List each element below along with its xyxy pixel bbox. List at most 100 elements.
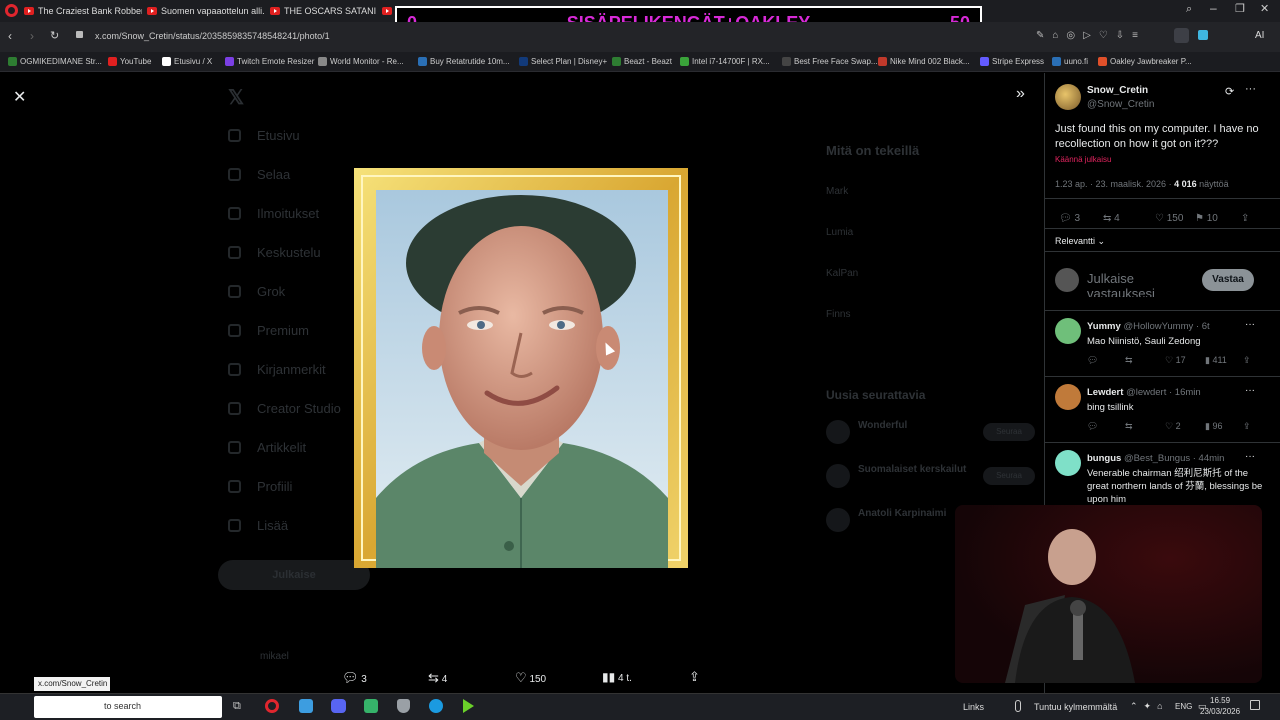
taskbar-date[interactable]: 23/03/2026: [1200, 707, 1240, 716]
bookmark-item[interactable]: OGMIKEDIMANE Str...: [8, 55, 102, 69]
background-nav-icon: [228, 324, 241, 337]
maximize-icon[interactable]: ❐: [1235, 2, 1245, 15]
bookmark-item[interactable]: Intel i7-14700F | RX...: [680, 55, 770, 69]
bookmark-item[interactable]: YouTube: [108, 55, 151, 69]
play-taskbar-icon[interactable]: [463, 699, 474, 713]
minimize-icon[interactable]: –: [1210, 1, 1217, 15]
reply-reply-action[interactable]: 💬︎: [1087, 421, 1098, 432]
twitch-extension-icon[interactable]: [1198, 30, 1208, 40]
bookmark-item[interactable]: Best Free Face Swap...: [782, 55, 878, 69]
taskbar-weather[interactable]: Tuntuu kylmemmältä: [1034, 702, 1117, 712]
reply-share-action[interactable]: ⇪: [1243, 355, 1251, 366]
files-taskbar-icon[interactable]: [299, 699, 313, 713]
back-icon[interactable]: ‹: [8, 29, 12, 43]
reply-views-action[interactable]: ▮ 411: [1205, 355, 1227, 366]
grok-icon[interactable]: ⟳: [1225, 85, 1234, 98]
background-nav-item: Artikkelit: [257, 440, 307, 455]
tweet-like-action[interactable]: ♡ 150: [1155, 213, 1183, 224]
tweet-repost-action[interactable]: ⇆ 4: [1103, 213, 1120, 224]
reply-author-handle[interactable]: @lewdert · 16min: [1126, 387, 1201, 398]
bookmark-item[interactable]: Beazt - Beazt: [612, 55, 672, 69]
more-options-icon[interactable]: ···: [1245, 451, 1255, 462]
tab-label: Suomen vapaaottelun alli...: [161, 6, 265, 16]
reply-likes-count: 2: [1175, 421, 1181, 431]
media-like-action[interactable]: ♡ 150: [515, 670, 546, 686]
shield-taskbar-icon[interactable]: [397, 699, 410, 713]
search-tabs-icon[interactable]: ⌕: [1186, 3, 1192, 16]
media-repost-action[interactable]: ⇆ 4: [428, 670, 447, 686]
sort-dropdown[interactable]: Relevantti ⌄: [1055, 236, 1105, 247]
reply-button[interactable]: Vastaa: [1202, 269, 1254, 291]
reply-avatar[interactable]: [1055, 450, 1081, 476]
reply-author-name[interactable]: Yummy: [1087, 321, 1121, 332]
bookmark-item[interactable]: Select Plan | Disney+: [519, 55, 607, 69]
collapse-panel-icon[interactable]: »: [1016, 85, 1025, 103]
reply-author-handle[interactable]: @HollowYummy · 6t: [1123, 321, 1209, 332]
share-icon[interactable]: ⇪: [689, 669, 700, 685]
author-avatar[interactable]: [1055, 84, 1081, 110]
browser-tab[interactable]: Suomen vapaaottelun alli...: [145, 2, 265, 20]
background-nav-item: Kirjanmerkit: [257, 362, 326, 377]
tweet-bookmark-action[interactable]: ⚑ 10: [1195, 213, 1218, 224]
reply-repost-action[interactable]: ⇆: [1125, 421, 1133, 432]
discord-taskbar-icon[interactable]: [331, 699, 346, 713]
bookmark-item[interactable]: Nike Mind 002 Black...: [878, 55, 970, 69]
reload-icon[interactable]: ↻: [50, 29, 59, 42]
bookmark-item[interactable]: Etusivu / X: [162, 55, 212, 69]
more-options-icon[interactable]: ···: [1245, 385, 1255, 396]
more-options-icon[interactable]: ···: [1245, 83, 1256, 95]
background-nav-item: Etusivu: [257, 128, 300, 143]
close-window-icon[interactable]: ✕: [1260, 2, 1269, 15]
tweet-share-icon[interactable]: ⇪: [1241, 213, 1249, 224]
reply-likes-count: 17: [1175, 355, 1186, 365]
task-view-icon[interactable]: ⧉: [233, 700, 241, 713]
translate-link[interactable]: Käännä julkaisu: [1055, 155, 1111, 164]
taskbar-search-box[interactable]: to search: [34, 696, 222, 718]
url-field[interactable]: x.com/Snow_Cretin/status/203585983574854…: [95, 31, 330, 41]
author-name[interactable]: Snow_Cretin: [1087, 85, 1148, 96]
bookmark-icon: ⚑: [1195, 213, 1204, 224]
more-options-icon[interactable]: ···: [1245, 319, 1255, 330]
taskbar-time[interactable]: 16.59: [1210, 696, 1230, 705]
media-views-action[interactable]: ▮▮ 4 t.: [602, 670, 632, 684]
app-taskbar-icon[interactable]: [364, 699, 378, 713]
bookmark-item[interactable]: Twitch Emote Resizer: [225, 55, 314, 69]
opera-taskbar-icon[interactable]: [265, 699, 279, 713]
tray-icons[interactable]: ⌃✦⌂: [1130, 701, 1169, 712]
tweet-reply-action[interactable]: 💬︎ 3: [1059, 213, 1080, 224]
bookmark-item[interactable]: Stripe Express: [980, 55, 1044, 69]
reply-avatar[interactable]: [1055, 318, 1081, 344]
reply-share-action[interactable]: ⇪: [1243, 421, 1251, 432]
like-icon: ♡: [1155, 213, 1164, 224]
author-handle[interactable]: @Snow_Cretin: [1087, 99, 1154, 110]
forward-icon[interactable]: ›: [30, 29, 34, 43]
bookmark-item[interactable]: World Monitor - Re...: [318, 55, 404, 69]
reply-author-handle[interactable]: @Best_Bungus · 44min: [1124, 453, 1224, 464]
browser-tab[interactable]: THE OSCARS SATANIC RI...: [268, 2, 376, 20]
media-reply-action[interactable]: 💬︎ 3: [342, 670, 367, 686]
taskbar-links[interactable]: Links: [963, 702, 984, 712]
notifications-icon[interactable]: [1250, 700, 1260, 710]
bookmark-item[interactable]: Buy Retatrutide 10m...: [418, 55, 510, 69]
browser-tab[interactable]: The Craziest Bank Robber...: [22, 2, 142, 20]
tweet-photo[interactable]: [354, 168, 688, 568]
bookmark-favicon-icon: [1098, 57, 1107, 66]
reply-views-action[interactable]: ▮ 96: [1205, 421, 1222, 432]
reply-like-action[interactable]: ♡ 2: [1165, 421, 1181, 432]
opera-logo-icon[interactable]: [5, 4, 18, 17]
edge-taskbar-icon[interactable]: [429, 699, 443, 713]
taskbar-language[interactable]: ENG: [1175, 702, 1192, 711]
close-icon[interactable]: ✕: [13, 87, 26, 107]
reply-author-name[interactable]: Lewdert: [1087, 387, 1123, 398]
reply-input[interactable]: Julkaise vastauksesi: [1087, 271, 1182, 297]
bookmark-label: YouTube: [120, 57, 152, 66]
reply-avatar[interactable]: [1055, 384, 1081, 410]
reply-author-name[interactable]: bungus: [1087, 453, 1121, 464]
reply-reply-action[interactable]: 💬︎: [1087, 355, 1098, 366]
reply-repost-action[interactable]: ⇆: [1125, 355, 1133, 366]
bookmark-item[interactable]: uuno.fi: [1052, 55, 1088, 69]
bookmark-item[interactable]: Oakley Jawbreaker P...: [1098, 55, 1192, 69]
reply-like-action[interactable]: ♡ 17: [1165, 355, 1186, 366]
profile-icon[interactable]: [1174, 28, 1189, 43]
ai-label[interactable]: AI: [1255, 30, 1264, 41]
